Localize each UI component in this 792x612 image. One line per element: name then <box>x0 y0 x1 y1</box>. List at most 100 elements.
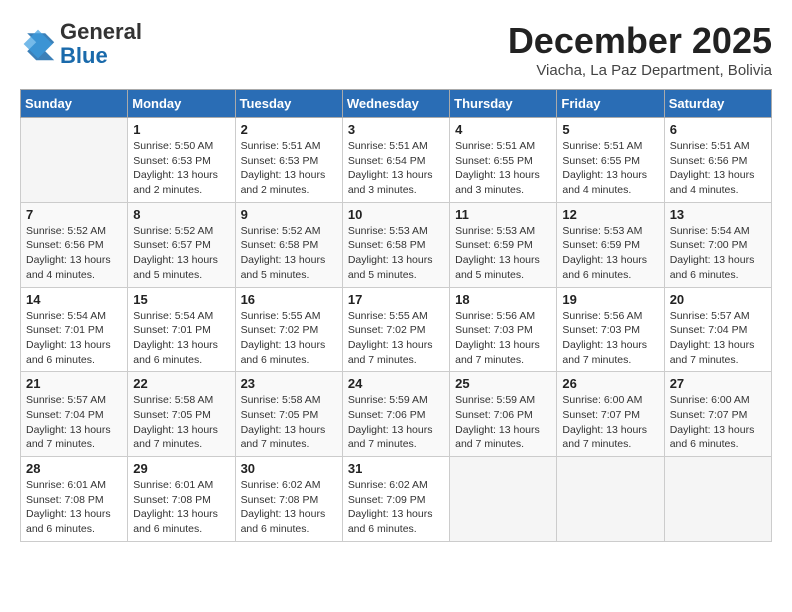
day-info: Sunrise: 5:55 AMSunset: 7:02 PMDaylight:… <box>348 309 444 368</box>
day-number: 30 <box>241 461 337 476</box>
day-number: 27 <box>670 376 766 391</box>
day-number: 20 <box>670 292 766 307</box>
calendar-cell: 3Sunrise: 5:51 AMSunset: 6:54 PMDaylight… <box>342 118 449 203</box>
calendar-cell: 14 Sunrise: 5:54 AMSunset: 7:01 PMDayligh… <box>21 287 128 372</box>
calendar-week-row: 21 Sunrise: 5:57 AMSunset: 7:04 PMDayligh… <box>21 372 772 457</box>
calendar-cell <box>664 457 771 542</box>
day-number: 19 <box>562 292 658 307</box>
day-info: Sunrise: 5:54 AMSunset: 7:01 PMDaylight:… <box>133 309 229 368</box>
day-number: 9 <box>241 207 337 222</box>
logo-general-text: General <box>60 19 142 44</box>
calendar-cell: 16 Sunrise: 5:55 AMSunset: 7:02 PMDayligh… <box>235 287 342 372</box>
day-info: Sunrise: 5:55 AMSunset: 7:02 PMDaylight:… <box>241 309 337 368</box>
calendar-cell: 17 Sunrise: 5:55 AMSunset: 7:02 PMDayligh… <box>342 287 449 372</box>
calendar-cell: 25 Sunrise: 5:59 AMSunset: 7:06 PMDayligh… <box>450 372 557 457</box>
page-header: General Blue December 2025 Viacha, La Pa… <box>20 20 772 79</box>
calendar-cell <box>557 457 664 542</box>
day-number: 26 <box>562 376 658 391</box>
calendar-cell: 7 Sunrise: 5:52 AMSunset: 6:56 PMDaylight… <box>21 202 128 287</box>
day-info: Sunrise: 5:57 AMSunset: 7:04 PMDaylight:… <box>26 393 122 452</box>
day-info: Sunrise: 5:51 AMSunset: 6:53 PMDaylight:… <box>241 139 337 198</box>
day-info: Sunrise: 5:58 AMSunset: 7:05 PMDaylight:… <box>241 393 337 452</box>
calendar-cell: 9 Sunrise: 5:52 AMSunset: 6:58 PMDaylight… <box>235 202 342 287</box>
calendar-cell: 24Sunrise: 5:59 AMSunset: 7:06 PMDayligh… <box>342 372 449 457</box>
day-info: Sunrise: 6:00 AMSunset: 7:07 PMDaylight:… <box>562 393 658 452</box>
calendar-cell: 26 Sunrise: 6:00 AMSunset: 7:07 PMDayligh… <box>557 372 664 457</box>
day-info: Sunrise: 5:52 AMSunset: 6:58 PMDaylight:… <box>241 224 337 283</box>
day-number: 14 <box>26 292 122 307</box>
day-number: 1 <box>133 122 229 137</box>
day-number: 22 <box>133 376 229 391</box>
day-info: Sunrise: 5:59 AMSunset: 7:06 PMDaylight:… <box>348 393 444 452</box>
calendar-cell: 1 Sunrise: 5:50 AMSunset: 6:53 PMDaylight… <box>128 118 235 203</box>
calendar-cell: 31Sunrise: 6:02 AMSunset: 7:09 PMDayligh… <box>342 457 449 542</box>
calendar-cell: 2 Sunrise: 5:51 AMSunset: 6:53 PMDaylight… <box>235 118 342 203</box>
day-info: Sunrise: 5:53 AMSunset: 6:58 PMDaylight:… <box>348 224 444 283</box>
day-number: 18 <box>455 292 551 307</box>
calendar-cell: 30Sunrise: 6:02 AMSunset: 7:08 PMDayligh… <box>235 457 342 542</box>
day-info: Sunrise: 5:53 AMSunset: 6:59 PMDaylight:… <box>562 224 658 283</box>
day-number: 16 <box>241 292 337 307</box>
day-info: Sunrise: 5:56 AMSunset: 7:03 PMDaylight:… <box>562 309 658 368</box>
day-info: Sunrise: 5:50 AMSunset: 6:53 PMDaylight:… <box>133 139 229 198</box>
day-number: 17 <box>348 292 444 307</box>
calendar-cell: 21 Sunrise: 5:57 AMSunset: 7:04 PMDayligh… <box>21 372 128 457</box>
day-number: 8 <box>133 207 229 222</box>
day-number: 21 <box>26 376 122 391</box>
day-info: Sunrise: 5:52 AMSunset: 6:57 PMDaylight:… <box>133 224 229 283</box>
calendar-week-row: 14 Sunrise: 5:54 AMSunset: 7:01 PMDayligh… <box>21 287 772 372</box>
title-block: December 2025 Viacha, La Paz Department,… <box>508 20 772 79</box>
day-number: 13 <box>670 207 766 222</box>
calendar-cell: 12 Sunrise: 5:53 AMSunset: 6:59 PMDayligh… <box>557 202 664 287</box>
calendar-week-row: 28 Sunrise: 6:01 AMSunset: 7:08 PMDayligh… <box>21 457 772 542</box>
col-header-saturday: Saturday <box>664 90 771 118</box>
day-number: 2 <box>241 122 337 137</box>
calendar-cell: 10Sunrise: 5:53 AMSunset: 6:58 PMDayligh… <box>342 202 449 287</box>
calendar-cell: 27 Sunrise: 6:00 AMSunset: 7:07 PMDayligh… <box>664 372 771 457</box>
day-number: 12 <box>562 207 658 222</box>
calendar-cell: 28Sunrise: 6:01 AMSunset: 7:08 PMDayligh… <box>21 457 128 542</box>
calendar-cell: 19 Sunrise: 5:56 AMSunset: 7:03 PMDayligh… <box>557 287 664 372</box>
col-header-tuesday: Tuesday <box>235 90 342 118</box>
day-number: 4 <box>455 122 551 137</box>
day-info: Sunrise: 6:00 AMSunset: 7:07 PMDaylight:… <box>670 393 766 452</box>
day-info: Sunrise: 5:59 AMSunset: 7:06 PMDaylight:… <box>455 393 551 452</box>
day-number: 31 <box>348 461 444 476</box>
col-header-monday: Monday <box>128 90 235 118</box>
calendar-cell: 20 Sunrise: 5:57 AMSunset: 7:04 PMDayligh… <box>664 287 771 372</box>
day-info: Sunrise: 6:01 AMSunset: 7:08 PMDaylight:… <box>133 478 229 537</box>
calendar-cell: 8 Sunrise: 5:52 AMSunset: 6:57 PMDaylight… <box>128 202 235 287</box>
day-number: 15 <box>133 292 229 307</box>
day-info: Sunrise: 5:54 AMSunset: 7:01 PMDaylight:… <box>26 309 122 368</box>
day-number: 29 <box>133 461 229 476</box>
calendar-cell: 13 Sunrise: 5:54 AMSunset: 7:00 PMDayligh… <box>664 202 771 287</box>
location-subtitle: Viacha, La Paz Department, Bolivia <box>508 62 772 79</box>
day-number: 11 <box>455 207 551 222</box>
calendar-cell: 29 Sunrise: 6:01 AMSunset: 7:08 PMDayligh… <box>128 457 235 542</box>
col-header-friday: Friday <box>557 90 664 118</box>
day-number: 25 <box>455 376 551 391</box>
day-info: Sunrise: 5:52 AMSunset: 6:56 PMDaylight:… <box>26 224 122 283</box>
calendar-week-row: 7 Sunrise: 5:52 AMSunset: 6:56 PMDaylight… <box>21 202 772 287</box>
day-info: Sunrise: 5:51 AMSunset: 6:55 PMDaylight:… <box>562 139 658 198</box>
col-header-sunday: Sunday <box>21 90 128 118</box>
col-header-thursday: Thursday <box>450 90 557 118</box>
day-number: 28 <box>26 461 122 476</box>
day-info: Sunrise: 5:57 AMSunset: 7:04 PMDaylight:… <box>670 309 766 368</box>
col-header-wednesday: Wednesday <box>342 90 449 118</box>
calendar-cell: 23Sunrise: 5:58 AMSunset: 7:05 PMDayligh… <box>235 372 342 457</box>
logo-blue-text: Blue <box>60 43 108 68</box>
calendar-header-row: SundayMondayTuesdayWednesdayThursdayFrid… <box>21 90 772 118</box>
calendar-week-row: 1 Sunrise: 5:50 AMSunset: 6:53 PMDaylight… <box>21 118 772 203</box>
day-info: Sunrise: 5:54 AMSunset: 7:00 PMDaylight:… <box>670 224 766 283</box>
day-info: Sunrise: 5:51 AMSunset: 6:56 PMDaylight:… <box>670 139 766 198</box>
calendar-cell: 4Sunrise: 5:51 AMSunset: 6:55 PMDaylight… <box>450 118 557 203</box>
day-info: Sunrise: 5:53 AMSunset: 6:59 PMDaylight:… <box>455 224 551 283</box>
calendar-cell: 6Sunrise: 5:51 AMSunset: 6:56 PMDaylight… <box>664 118 771 203</box>
day-number: 7 <box>26 207 122 222</box>
calendar-cell: 18Sunrise: 5:56 AMSunset: 7:03 PMDayligh… <box>450 287 557 372</box>
logo-icon <box>20 26 56 62</box>
calendar-cell: 22Sunrise: 5:58 AMSunset: 7:05 PMDayligh… <box>128 372 235 457</box>
day-number: 3 <box>348 122 444 137</box>
calendar-table: SundayMondayTuesdayWednesdayThursdayFrid… <box>20 89 772 542</box>
